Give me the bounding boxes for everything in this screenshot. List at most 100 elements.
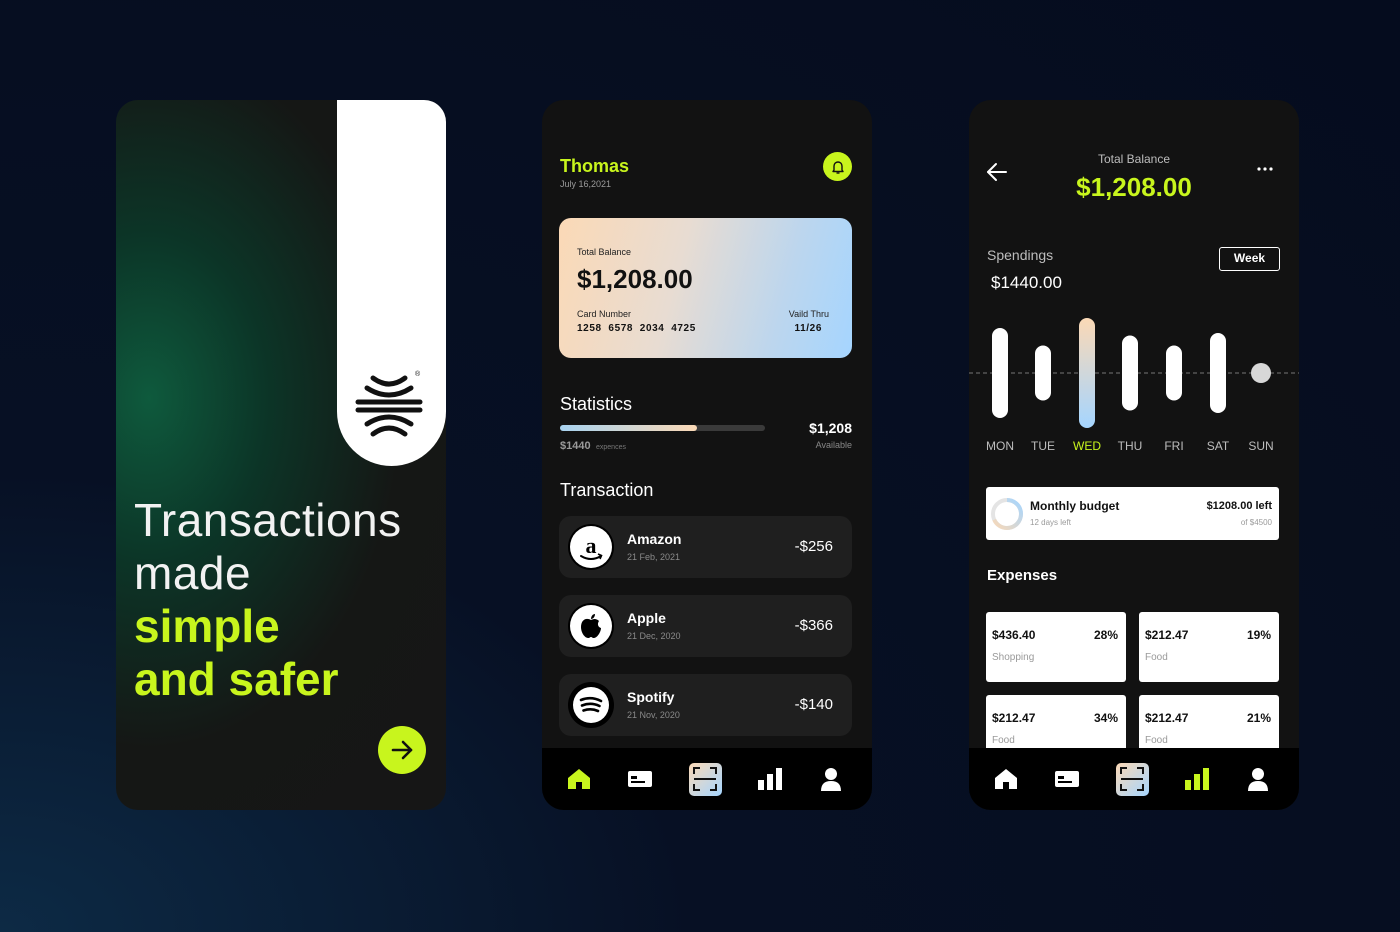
period-select-button[interactable]: Week	[1219, 247, 1280, 271]
tagline-line-1: Transactions	[134, 494, 402, 546]
chart-label-thu: THU	[1118, 439, 1143, 453]
expense-card[interactable]: $212.47 19% Food	[1139, 612, 1279, 682]
chart-label-wed: WED	[1073, 439, 1101, 453]
expense-percent: 28%	[1093, 628, 1118, 642]
spendings-label: Spendings	[987, 247, 1054, 263]
card-number-label: Card Number	[577, 309, 632, 319]
nav-stats[interactable]	[750, 748, 790, 810]
transaction-item-spotify[interactable]: Spotify 21 Nov, 2020 -$140	[559, 674, 852, 736]
chart-bar-mon[interactable]	[992, 328, 1008, 418]
nav-profile[interactable]	[1238, 748, 1278, 810]
spendings-value: $1440.00	[991, 273, 1062, 292]
monthly-budget-card[interactable]: Monthly budget 12 days left $1208.00 lef…	[986, 487, 1279, 540]
apple-icon	[568, 603, 614, 649]
transaction-amount: -$256	[794, 538, 833, 555]
home-screen: Thomas July 16,2021 Total Balance $1,208…	[542, 100, 872, 810]
nav-home[interactable]	[559, 748, 599, 810]
transaction-amount: -$366	[794, 617, 833, 634]
stats-icon	[1185, 768, 1209, 790]
registered-mark: ®	[415, 371, 421, 378]
spotify-icon	[568, 682, 614, 728]
scan-icon	[1115, 762, 1149, 796]
card-icon	[1055, 771, 1079, 787]
transaction-item-amazon[interactable]: a Amazon 21 Feb, 2021 -$256	[559, 516, 852, 578]
tagline-line-4: and safer	[134, 653, 339, 705]
chart-bar-tue[interactable]	[1035, 345, 1051, 401]
profile-icon	[1248, 768, 1268, 791]
card-valid-label: Vaild Thru	[788, 309, 829, 319]
card-valid-date: 11/26	[794, 323, 822, 334]
card-balance-label: Total Balance	[577, 247, 632, 257]
chart-bar-fri[interactable]	[1166, 345, 1182, 401]
notifications-button[interactable]	[823, 152, 852, 181]
expense-amount: $212.47	[1145, 711, 1189, 725]
expense-category: Shopping	[992, 652, 1035, 663]
total-balance-value: $1,208.00	[1076, 172, 1192, 202]
statistics-title: Statistics	[560, 394, 633, 414]
logo-tab: ®	[337, 100, 446, 466]
onboarding-screen: ® Transactions made simple and safer	[116, 100, 446, 810]
chart-label-sat: SAT	[1207, 439, 1230, 453]
bottom-nav	[969, 748, 1299, 810]
stats-icon	[758, 768, 782, 790]
statistics-screen: Total Balance $1,208.00 Spendings $1440.…	[969, 100, 1299, 810]
chart-bar-sun[interactable]	[1251, 363, 1271, 383]
chart-label-sun: SUN	[1248, 439, 1273, 453]
expense-amount: $212.47	[992, 711, 1036, 725]
transaction-name: Apple	[627, 610, 666, 626]
transaction-name: Amazon	[627, 531, 682, 547]
abstract-stripes-logo	[355, 375, 423, 437]
card-balance: $1,208.00	[577, 264, 693, 294]
expenses-label: expences	[596, 444, 626, 451]
transaction-item-apple[interactable]: Apple 21 Dec, 2020 -$366	[559, 595, 852, 657]
expense-card[interactable]: $436.40 28% Shopping	[986, 612, 1126, 682]
svg-text:a: a	[586, 533, 597, 558]
expense-percent: 34%	[1093, 711, 1118, 725]
transaction-amount: -$140	[794, 696, 833, 713]
home-icon	[995, 769, 1017, 789]
more-horizontal-icon[interactable]	[1257, 166, 1273, 172]
balance-card[interactable]: Total Balance $1,208.00 Card Number 1258…	[559, 218, 852, 358]
nav-scan[interactable]	[685, 748, 725, 810]
nav-cards[interactable]	[620, 748, 660, 810]
budget-days-left: 12 days left	[1030, 518, 1071, 527]
available-label: Available	[815, 440, 852, 450]
nav-cards[interactable]	[1047, 748, 1087, 810]
expense-category: Food	[1145, 735, 1168, 746]
expense-category: Food	[1145, 652, 1168, 663]
transaction-title: Transaction	[560, 480, 654, 500]
nav-home[interactable]	[986, 748, 1026, 810]
tagline-line-2: made	[134, 547, 252, 599]
scan-icon	[688, 762, 722, 796]
user-name: Thomas	[560, 156, 630, 176]
transaction-date: 21 Nov, 2020	[627, 710, 680, 720]
total-balance-label: Total Balance	[1097, 152, 1171, 166]
bell-icon	[831, 160, 844, 174]
expense-category: Food	[992, 735, 1015, 746]
expenses-amount: $1440	[560, 440, 591, 452]
home-icon	[568, 769, 590, 789]
nav-profile[interactable]	[811, 748, 851, 810]
nav-stats[interactable]	[1177, 748, 1217, 810]
expense-percent: 21%	[1246, 711, 1271, 725]
expense-percent: 19%	[1246, 628, 1271, 642]
transaction-name: Spotify	[627, 689, 675, 705]
card-icon	[628, 771, 652, 787]
chart-bar-thu[interactable]	[1122, 335, 1138, 411]
nav-scan[interactable]	[1112, 748, 1152, 810]
next-button[interactable]	[378, 726, 426, 774]
transaction-date: 21 Feb, 2021	[627, 552, 681, 562]
chart-bar-sat[interactable]	[1210, 333, 1226, 413]
expenses-title: Expenses	[987, 567, 1058, 584]
expense-amount: $436.40	[992, 628, 1036, 642]
tagline-line-3: simple	[134, 600, 280, 652]
tagline: Transactions made simple and safer	[134, 494, 402, 706]
chart-bar-wed[interactable]	[1079, 318, 1095, 428]
chart-label-mon: MON	[986, 439, 1014, 453]
transaction-date: 21 Dec, 2020	[627, 631, 681, 641]
card-number: 1258 6578 2034 4725	[577, 323, 696, 334]
profile-icon	[821, 768, 841, 791]
bottom-nav	[542, 748, 872, 810]
spendings-bar-chart: MON TUE WED THU FRI SAT SUN	[969, 318, 1299, 453]
chart-label-fri: FRI	[1164, 439, 1183, 453]
